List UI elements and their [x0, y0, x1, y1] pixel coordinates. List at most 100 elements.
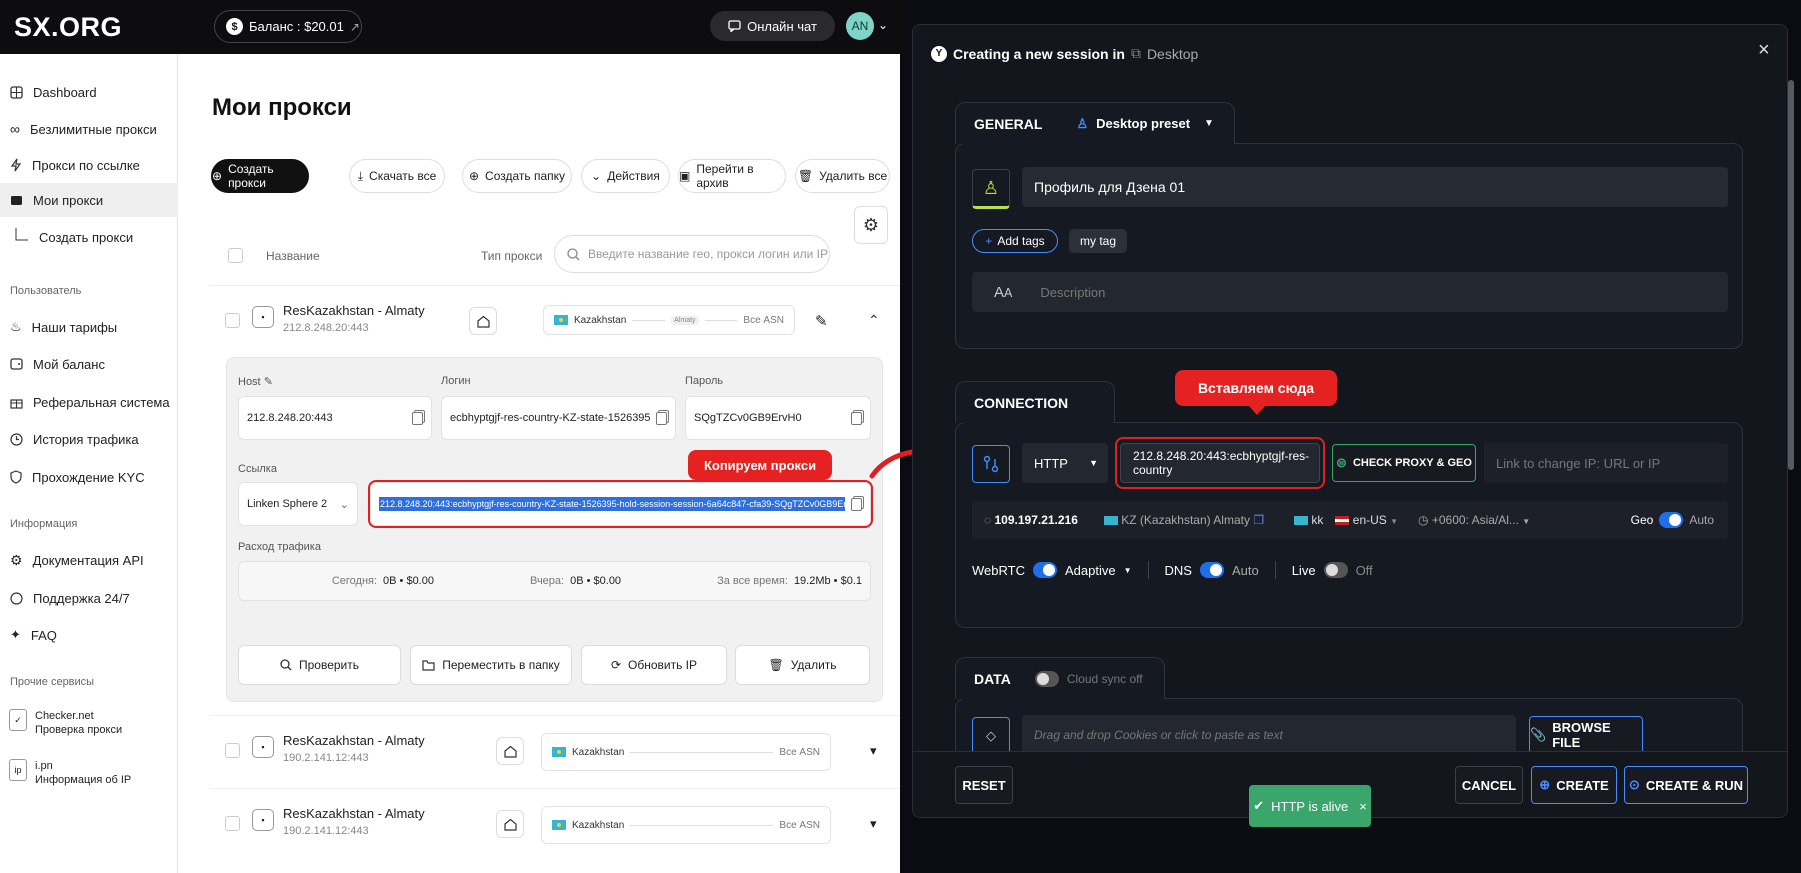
check-button[interactable]: Проверить	[238, 645, 401, 685]
profile-name-input[interactable]: Профиль для Дзена 01	[1022, 167, 1728, 207]
copy-icon[interactable]	[851, 411, 862, 425]
pencil-icon[interactable]: ✎	[264, 376, 273, 388]
connection-type-button[interactable]	[972, 445, 1010, 483]
refresh-label: Обновить IP	[628, 658, 698, 672]
row-checkbox[interactable]	[225, 743, 240, 758]
webrtc-toggle[interactable]	[1032, 562, 1057, 578]
close-icon[interactable]: ×	[1758, 39, 1770, 62]
geo-info-bar: ◌ 109.197.21.216 KZ (Kazakhstan) Almaty …	[972, 501, 1728, 539]
kz-flag-icon	[1103, 516, 1118, 526]
login-field[interactable]: ecbhyptgjf-res-country-KZ-state-1526395-…	[441, 396, 676, 440]
sidebar-item-support[interactable]: Поддержка 24/7	[0, 581, 178, 615]
select-all-checkbox[interactable]	[228, 248, 243, 263]
chevron-down-icon[interactable]: ⌄	[878, 18, 888, 32]
balance-button[interactable]: $ Баланс : $20.01 ↗	[214, 10, 362, 43]
home-button[interactable]	[496, 810, 524, 838]
ip-info[interactable]: ◌ 109.197.21.216	[984, 513, 1078, 527]
live-toggle[interactable]	[1323, 562, 1348, 578]
actions-button[interactable]: ⌄ Действия	[581, 159, 670, 193]
cloud-sync-toggle[interactable]	[1034, 670, 1059, 687]
section-user: Пользователь	[10, 285, 82, 297]
link-format-select[interactable]: Linken Sphere 2 ⌄	[238, 482, 358, 526]
create-proxy-button[interactable]: ⊕ Создать прокси	[211, 159, 309, 193]
chevron-up-icon[interactable]: ⌃	[868, 312, 880, 329]
chevron-down-icon[interactable]: ▾	[870, 743, 877, 759]
sidebar-item-tariffs[interactable]: ♨ Наши тарифы	[0, 310, 178, 344]
location-info[interactable]: KZ (Kazakhstan) Almaty ❐	[1103, 513, 1264, 527]
sidebar-item-traffic-history[interactable]: История трафика	[0, 422, 178, 456]
sidebar-item-faq[interactable]: ✦ FAQ	[0, 618, 178, 652]
sidebar-item-api-docs[interactable]: ⚙ Документация API	[0, 543, 178, 577]
description-input[interactable]: AA Description	[972, 272, 1728, 312]
settings-gear-button[interactable]: ⚙	[854, 206, 888, 244]
preset-selector[interactable]: ♙ Desktop preset ▼	[1076, 116, 1213, 132]
host-field[interactable]: 212.8.248.20:443	[238, 396, 432, 440]
cancel-label: CANCEL	[1461, 777, 1517, 793]
download-all-button[interactable]: ⤓ Скачать все	[349, 159, 445, 193]
service-checker[interactable]: ✓ Checker.net Проверка прокси	[9, 709, 122, 737]
geo-toggle[interactable]	[1659, 512, 1684, 528]
search-input[interactable]: Введите название гео, прокси логин или I…	[554, 235, 830, 273]
delete-all-button[interactable]: 🗑 Удалить все	[795, 159, 890, 193]
profile-avatar-button[interactable]: ♙	[972, 169, 1010, 209]
locale-value: en-US	[1352, 513, 1387, 527]
copy-icon[interactable]	[412, 411, 423, 425]
bolt-icon	[10, 158, 22, 172]
add-tags-button[interactable]: + Add tags	[972, 229, 1058, 253]
host-value: 212.8.248.20:443	[247, 412, 333, 424]
change-ip-link-input[interactable]: Link to change IP: URL or IP	[1484, 443, 1728, 483]
sidebar-item-unlimited[interactable]: ∞ Безлимитные прокси	[0, 112, 178, 146]
sidebar-item-balance[interactable]: Мой баланс	[0, 347, 178, 381]
browse-file-button[interactable]: 📎 BROWSE FILE	[1529, 716, 1643, 754]
timezone-info[interactable]: ◷ +0600: Asia/Al... ▼	[1418, 513, 1530, 527]
geo-toggle-group[interactable]: Geo Auto	[1631, 512, 1714, 528]
create-run-button[interactable]: ⊙ CREATE & RUN	[1624, 766, 1748, 804]
sidebar-item-link-proxy[interactable]: Прокси по ссылке	[0, 148, 178, 182]
archive-button[interactable]: ▣ Перейти в архив	[678, 159, 786, 193]
proxy-ip: 190.2.141.12:443	[283, 825, 369, 837]
chevron-down-icon[interactable]: ▾	[870, 816, 877, 832]
row-checkbox[interactable]	[225, 313, 240, 328]
geo-selector[interactable]: Kazakhstan Все ASN	[541, 806, 831, 844]
cancel-button[interactable]: CANCEL	[1455, 766, 1523, 804]
grid-icon	[10, 85, 23, 99]
refresh-ip-button[interactable]: ⟳ Обновить IP	[581, 645, 727, 685]
sidebar-item-referral[interactable]: Реферальная система	[0, 385, 178, 419]
cookie-icon-button[interactable]: ◇	[972, 717, 1010, 755]
sidebar-item-my-proxies[interactable]: Мои прокси	[0, 183, 178, 217]
online-chat-button[interactable]: Онлайн чат	[710, 11, 835, 41]
copy-icon[interactable]	[656, 411, 667, 425]
create-button[interactable]: ⊕ CREATE	[1531, 766, 1617, 804]
language-info[interactable]: kk	[1294, 513, 1323, 527]
row-checkbox[interactable]	[225, 816, 240, 831]
cookies-input[interactable]: Drag and drop Cookies or click to paste …	[1022, 715, 1516, 755]
geo-selector[interactable]: Kazakhstan Все ASN	[541, 733, 831, 771]
dns-toggle[interactable]	[1199, 562, 1224, 578]
tag-chip[interactable]: my tag	[1069, 229, 1127, 253]
edit-pencil-icon[interactable]: ✎	[815, 312, 828, 330]
sidebar-item-dashboard[interactable]: Dashboard	[0, 75, 178, 109]
move-to-folder-button[interactable]: Переместить в папку	[410, 645, 572, 685]
geo-country: Kazakhstan	[574, 314, 627, 326]
scrollbar[interactable]	[1788, 80, 1794, 470]
protocol-select[interactable]: HTTP ▼	[1022, 443, 1108, 483]
logo[interactable]: SX.ORG	[14, 12, 122, 43]
reset-button[interactable]: RESET	[955, 766, 1013, 804]
check-proxy-geo-button[interactable]: ⊜ CHECK PROXY & GEO	[1332, 444, 1476, 482]
home-button[interactable]	[469, 307, 497, 335]
locale-info[interactable]: en-US ▼	[1335, 513, 1398, 527]
password-label: Пароль	[685, 375, 724, 387]
service-ipn[interactable]: ip i.pn Информация об IP	[9, 759, 131, 787]
sidebar-item-kyc[interactable]: Прохождение KYC	[0, 460, 178, 494]
delete-button[interactable]: 🗑 Удалить	[735, 645, 870, 685]
avatar[interactable]: AN	[846, 12, 874, 40]
create-folder-button[interactable]: ⊕ Создать папку	[462, 159, 572, 193]
webrtc-value[interactable]: Adaptive	[1065, 563, 1116, 578]
close-icon[interactable]: ×	[1359, 799, 1367, 814]
geo-selector[interactable]: Kazakhstan Almaty Все ASN	[543, 305, 795, 335]
home-button[interactable]	[496, 737, 524, 765]
sidebar-item-create-proxy[interactable]: Создать прокси	[0, 220, 178, 254]
password-field[interactable]: SQgTZCv0GB9ErvH0	[685, 396, 871, 440]
data-tab: DATA Cloud sync off	[955, 657, 1165, 699]
copy-icon[interactable]: ❐	[1253, 513, 1264, 527]
